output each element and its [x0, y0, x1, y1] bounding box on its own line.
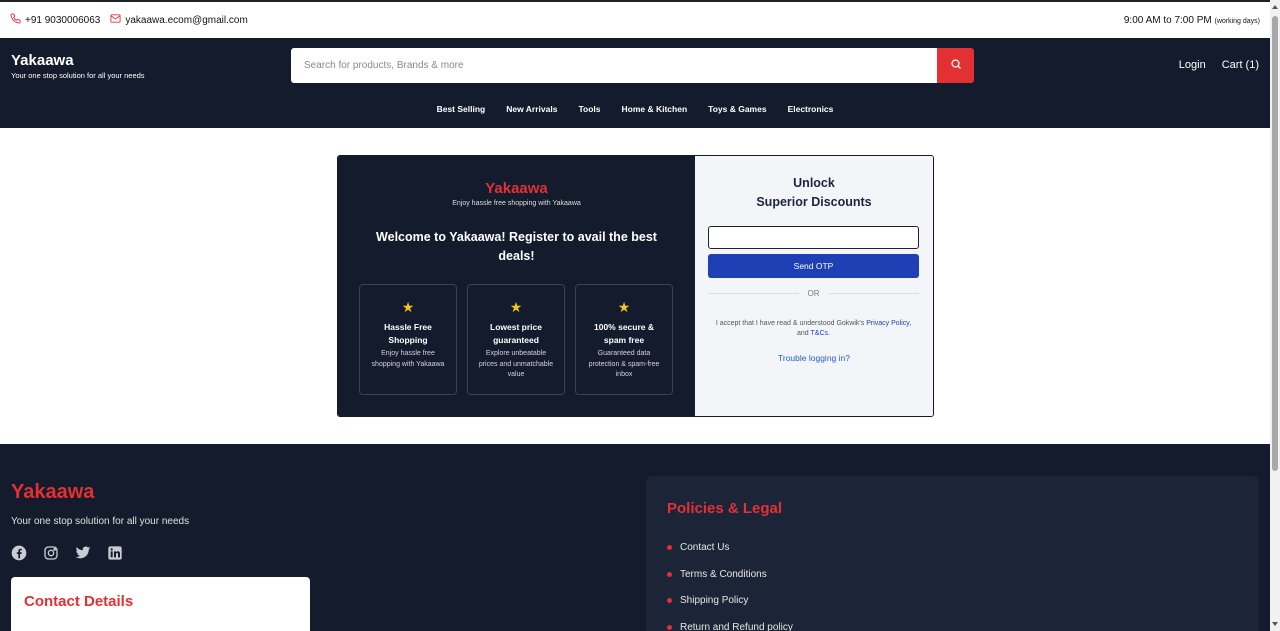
- phone-info[interactable]: +91 9030006063: [10, 13, 100, 27]
- scroll-up-icon[interactable]: [1272, 5, 1278, 9]
- page-scrollbar[interactable]: [1270, 0, 1280, 631]
- star-icon: ★: [617, 299, 631, 315]
- phone-icon: [10, 13, 21, 27]
- nav-new-arrivals[interactable]: New Arrivals: [506, 104, 557, 114]
- policy-item-shipping[interactable]: Shipping Policy: [667, 595, 793, 622]
- policy-item-contact[interactable]: Contact Us: [667, 542, 793, 569]
- main-header: Yakaawa Your one stop solution for all y…: [0, 38, 1270, 128]
- star-icon: ★: [401, 299, 415, 315]
- feature-title: 100% secure & spam free: [593, 322, 654, 345]
- divider-line: [708, 293, 799, 294]
- feature-title: Lowest price guaranteed: [490, 322, 542, 345]
- feature-card: ★ 100% secure & spam free Guaranteed dat…: [575, 284, 673, 395]
- policies-heading: Policies & Legal: [667, 500, 783, 517]
- nav-electronics[interactable]: Electronics: [788, 104, 834, 114]
- brand-logo[interactable]: Yakaawa Your one stop solution for all y…: [11, 52, 145, 80]
- top-info-bar: +91 9030006063 yakaawa.ecom@gmail.com 9:…: [0, 0, 1270, 38]
- login-panel: Unlock Superior Discounts Send OTP OR I …: [695, 156, 933, 416]
- or-text: OR: [807, 289, 820, 298]
- brand-name: Yakaawa: [11, 52, 74, 69]
- divider-line: [828, 293, 919, 294]
- login-modal: Yakaawa Enjoy hassle free shopping with …: [337, 155, 934, 417]
- policy-label: Terms & Conditions: [680, 568, 767, 580]
- feature-card: ★ Hassle Free Shopping Enjoy hassle free…: [359, 284, 457, 395]
- policy-label: Return and Refund policy: [680, 621, 793, 631]
- privacy-policy-link[interactable]: Privacy Policy: [866, 320, 909, 327]
- contact-details-card: Contact Details: [11, 577, 310, 631]
- brand-tagline: Your one stop solution for all your need…: [11, 71, 145, 80]
- twitter-icon[interactable]: [75, 545, 91, 561]
- send-otp-button[interactable]: Send OTP: [708, 254, 919, 278]
- star-icon: ★: [509, 299, 523, 315]
- linkedin-icon[interactable]: [107, 545, 123, 561]
- policy-label: Contact Us: [680, 542, 730, 553]
- feature-card: ★ Lowest price guaranteed Explore unbeat…: [467, 284, 565, 395]
- login-title: Unlock Superior Discounts: [695, 174, 933, 212]
- login-title-line2: Superior Discounts: [756, 195, 872, 209]
- social-links: [11, 545, 123, 561]
- promo-panel: Yakaawa Enjoy hassle free shopping with …: [338, 156, 695, 416]
- bullet-icon: [667, 598, 672, 603]
- terms-and: and: [797, 330, 809, 337]
- feature-desc: Enjoy hassle free shopping with Yakaawa: [371, 350, 445, 368]
- terms-comma: ,: [909, 320, 912, 327]
- policies-card: Policies & Legal Contact Us Terms & Cond…: [646, 476, 1259, 631]
- feature-list: ★ Hassle Free Shopping Enjoy hassle free…: [359, 284, 673, 395]
- site-footer: Yakaawa Your one stop solution for all y…: [0, 444, 1270, 631]
- footer-tagline: Your one stop solution for all your need…: [11, 516, 190, 527]
- bullet-icon: [667, 571, 672, 577]
- search-icon: [950, 57, 962, 75]
- promo-brand: Yakaawa: [485, 180, 548, 197]
- footer-brand: Yakaawa: [11, 481, 95, 503]
- terms-prefix: I accept that I have read & understood G…: [715, 320, 865, 327]
- cart-link[interactable]: Cart (1): [1222, 59, 1259, 71]
- facebook-icon[interactable]: [11, 545, 27, 561]
- login-title-line1: Unlock: [793, 176, 835, 190]
- phone-input[interactable]: [708, 226, 919, 249]
- search-button[interactable]: [937, 48, 974, 83]
- header-actions: Login Cart (1): [1179, 59, 1259, 71]
- mail-icon: [110, 13, 121, 27]
- policy-item-refund[interactable]: Return and Refund policy: [667, 622, 793, 631]
- policy-list: Contact Us Terms & Conditions Shipping P…: [667, 542, 793, 631]
- search-input[interactable]: [291, 48, 937, 83]
- feature-desc: Explore unbeatable prices and unmatchabl…: [478, 350, 554, 378]
- email-address: yakaawa.ecom@gmail.com: [125, 14, 248, 26]
- or-divider: OR: [708, 289, 919, 298]
- trouble-login-link[interactable]: Trouble logging in?: [695, 353, 933, 363]
- working-hours: 9:00 AM to 7:00 PM (working days): [1124, 15, 1260, 26]
- search-bar: [291, 48, 974, 83]
- promo-subtitle: Enjoy hassle free shopping with Yakaawa: [452, 200, 581, 207]
- feature-title: Hassle Free Shopping: [384, 322, 432, 345]
- bullet-icon: [667, 545, 672, 550]
- tnc-link[interactable]: T&Cs.: [811, 330, 830, 337]
- instagram-icon[interactable]: [43, 545, 59, 561]
- nav-toys-games[interactable]: Toys & Games: [708, 104, 766, 114]
- bullet-icon: [667, 624, 672, 630]
- scroll-thumb[interactable]: [1272, 16, 1278, 471]
- hours-text: 9:00 AM to 7:00 PM: [1123, 14, 1212, 26]
- email-info[interactable]: yakaawa.ecom@gmail.com: [110, 13, 248, 27]
- policy-label: Shipping Policy: [680, 595, 749, 606]
- feature-desc: Guaranteed data protection & spam-free i…: [588, 350, 660, 378]
- login-link[interactable]: Login: [1179, 59, 1206, 71]
- terms-notice: I accept that I have read & understood G…: [711, 319, 916, 339]
- nav-best-selling[interactable]: Best Selling: [437, 104, 486, 114]
- phone-number: +91 9030006063: [25, 14, 101, 26]
- contact-heading: Contact Details: [24, 593, 134, 610]
- policy-item-terms[interactable]: Terms & Conditions: [667, 569, 793, 596]
- contact-info: +91 9030006063 yakaawa.ecom@gmail.com: [10, 13, 248, 27]
- category-nav: Best Selling New Arrivals Tools Home & K…: [0, 104, 1270, 114]
- welcome-heading: Welcome to Yakaawa! Register to avail th…: [376, 230, 657, 263]
- scroll-down-icon[interactable]: [1272, 622, 1278, 626]
- nav-home-kitchen[interactable]: Home & Kitchen: [621, 104, 687, 114]
- nav-tools[interactable]: Tools: [578, 104, 600, 114]
- hours-note: (working days): [1214, 17, 1260, 25]
